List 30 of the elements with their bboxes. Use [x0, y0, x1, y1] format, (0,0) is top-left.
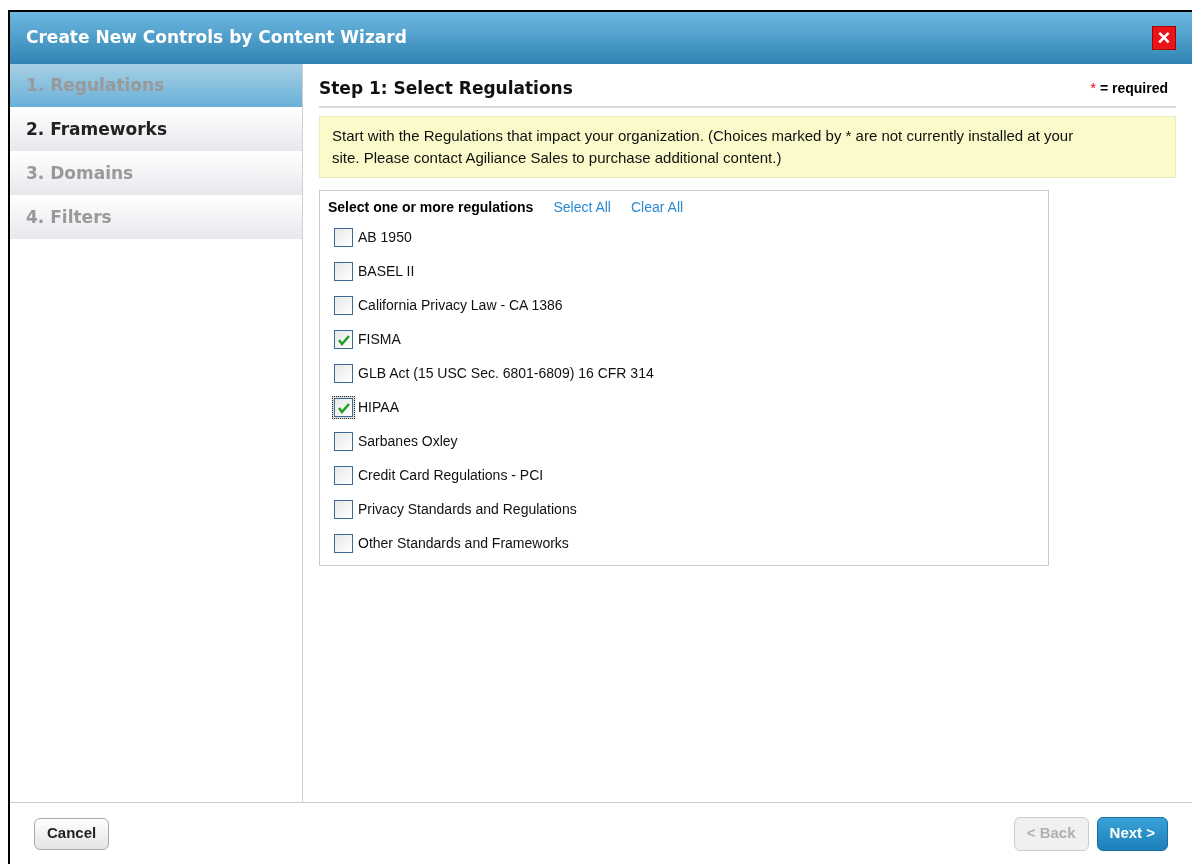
checkbox-label: Credit Card Regulations - PCI [358, 466, 544, 485]
checkbox-label: California Privacy Law - CA 1386 [358, 296, 563, 315]
checkbox[interactable] [334, 500, 353, 519]
required-note: * = required [1090, 79, 1168, 99]
checkbox-label: BASEL II [358, 262, 415, 281]
checkbox-label: Other Standards and Frameworks [358, 534, 569, 553]
notice-banner: Start with the Regulations that impact your organization. (Choices marked by * are not currently installed at your site. Please contact Agiliance Sales to purchase additional content.) [319, 115, 1176, 178]
checkbox[interactable] [334, 466, 353, 485]
checkbox-label: FISMA [358, 330, 401, 349]
checkbox-label: Sarbanes Oxley [358, 432, 458, 451]
list-label: Select one or more regulations [328, 198, 534, 217]
checkbox[interactable] [334, 364, 353, 383]
checkbox[interactable] [334, 262, 353, 281]
step-heading: Step 1: Select Regulations [319, 77, 573, 100]
checkbox[interactable] [334, 330, 353, 349]
checkbox-label: Privacy Standards and Regulations [358, 500, 577, 519]
checkbox[interactable] [334, 228, 353, 247]
checkbox-label: GLB Act (15 USC Sec. 6801-6809) 16 CFR 314 [358, 364, 654, 383]
cancel-button[interactable]: Cancel [34, 817, 110, 850]
checkbox[interactable] [334, 296, 353, 315]
checkbox[interactable] [334, 534, 353, 553]
checkbox-label: AB 1950 [358, 228, 412, 247]
window-title: Create New Controls by Content Wizard [26, 26, 407, 50]
checkbox-label: HIPAA [358, 398, 399, 417]
select-all-link[interactable]: Select All [553, 197, 611, 218]
checkbox[interactable] [334, 398, 353, 417]
clear-all-link[interactable]: Clear All [631, 197, 684, 218]
checkbox[interactable] [334, 432, 353, 451]
close-button[interactable]: × [1152, 26, 1176, 50]
next-button[interactable]: Next > [1096, 816, 1168, 851]
